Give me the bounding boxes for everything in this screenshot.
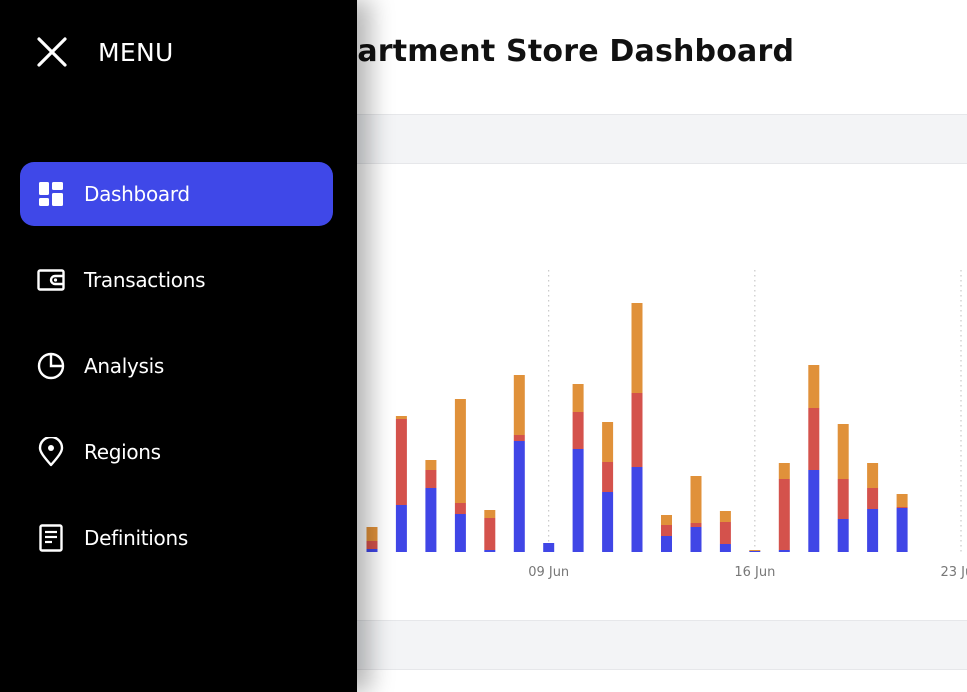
bar-segment[interactable] <box>837 424 849 479</box>
bar-segment[interactable] <box>425 488 437 552</box>
location-pin-icon <box>37 437 65 467</box>
bar-segment[interactable] <box>631 303 643 393</box>
bar-segment[interactable] <box>572 449 584 552</box>
bar-segment[interactable] <box>395 416 407 419</box>
bar-segment[interactable] <box>454 503 466 514</box>
nav-list: Dashboard Transactions Analysis Regions … <box>20 162 333 592</box>
bar-segment[interactable] <box>366 527 378 541</box>
bar-segment[interactable] <box>690 527 702 552</box>
bar-segment[interactable] <box>719 522 731 544</box>
bar-segment[interactable] <box>778 550 790 552</box>
bar-segment[interactable] <box>778 479 790 550</box>
bar-segment[interactable] <box>808 470 820 552</box>
bar-segment[interactable] <box>808 365 820 408</box>
document-icon <box>37 524 65 552</box>
bar-segment[interactable] <box>661 515 672 525</box>
bar-segment[interactable] <box>808 408 820 470</box>
bar-segment[interactable] <box>896 507 908 508</box>
nav-label-regions: Regions <box>84 440 161 464</box>
menu-header: MENU <box>36 36 174 68</box>
bar-segment[interactable] <box>513 375 525 435</box>
bar-segment[interactable] <box>484 518 496 550</box>
bar-segment[interactable] <box>366 549 378 552</box>
nav-item-dashboard[interactable]: Dashboard <box>20 162 333 226</box>
bar-segment[interactable] <box>719 544 731 552</box>
bar-segment[interactable] <box>484 510 496 518</box>
bar-segment[interactable] <box>395 505 407 552</box>
nav-label-transactions: Transactions <box>84 268 206 292</box>
bar-segment[interactable] <box>719 511 731 522</box>
nav-item-transactions[interactable]: Transactions <box>20 248 333 312</box>
bar-segment[interactable] <box>837 519 849 552</box>
bar-segment[interactable] <box>690 523 702 527</box>
page-title: Department Store Dashboard <box>290 34 795 69</box>
nav-label-dashboard: Dashboard <box>84 182 190 206</box>
bar-segment[interactable] <box>425 470 437 488</box>
bar-segment[interactable] <box>513 441 525 552</box>
side-menu: MENU Dashboard Transactions Analysis Reg… <box>0 0 357 692</box>
bar-segment[interactable] <box>661 536 672 552</box>
bar-segment[interactable] <box>395 419 407 505</box>
bar-segment[interactable] <box>749 550 761 551</box>
bar-segment[interactable] <box>631 467 643 552</box>
bar-segment[interactable] <box>366 541 378 549</box>
bar-segment[interactable] <box>778 463 790 479</box>
bar-segment[interactable] <box>602 422 614 462</box>
x-tick-label: 09 Jun <box>528 565 569 580</box>
pie-chart-icon <box>37 352 65 380</box>
bar-segment[interactable] <box>837 479 849 519</box>
dashboard-icon <box>37 180 65 208</box>
wallet-icon <box>37 266 65 294</box>
bar-segment[interactable] <box>896 508 908 552</box>
bar-segment[interactable] <box>454 399 466 503</box>
bar-segment[interactable] <box>454 514 466 552</box>
x-tick-label: 16 Jun <box>734 565 775 580</box>
bar-segment[interactable] <box>867 509 879 552</box>
nav-item-definitions[interactable]: Definitions <box>20 506 333 570</box>
close-icon[interactable] <box>36 36 68 68</box>
bar-segment[interactable] <box>867 463 879 488</box>
bar-segment[interactable] <box>543 543 555 552</box>
nav-item-regions[interactable]: Regions <box>20 420 333 484</box>
bar-segment[interactable] <box>896 494 908 507</box>
bar-segment[interactable] <box>602 492 614 552</box>
bar-segment[interactable] <box>690 476 702 523</box>
x-tick-label: 23 Jun <box>941 565 967 580</box>
bar-segment[interactable] <box>867 488 879 509</box>
bar-segment[interactable] <box>572 384 584 412</box>
bar-segment[interactable] <box>631 393 643 467</box>
bar-segment[interactable] <box>513 435 525 441</box>
bar-segment[interactable] <box>572 412 584 449</box>
bar-segment[interactable] <box>602 462 614 492</box>
menu-title: MENU <box>98 37 174 67</box>
bar-segment[interactable] <box>749 551 761 552</box>
bar-segment[interactable] <box>425 460 437 470</box>
bar-segment[interactable] <box>484 550 496 552</box>
nav-label-definitions: Definitions <box>84 526 188 550</box>
nav-label-analysis: Analysis <box>84 354 165 378</box>
bar-segment[interactable] <box>661 525 672 536</box>
nav-item-analysis[interactable]: Analysis <box>20 334 333 398</box>
